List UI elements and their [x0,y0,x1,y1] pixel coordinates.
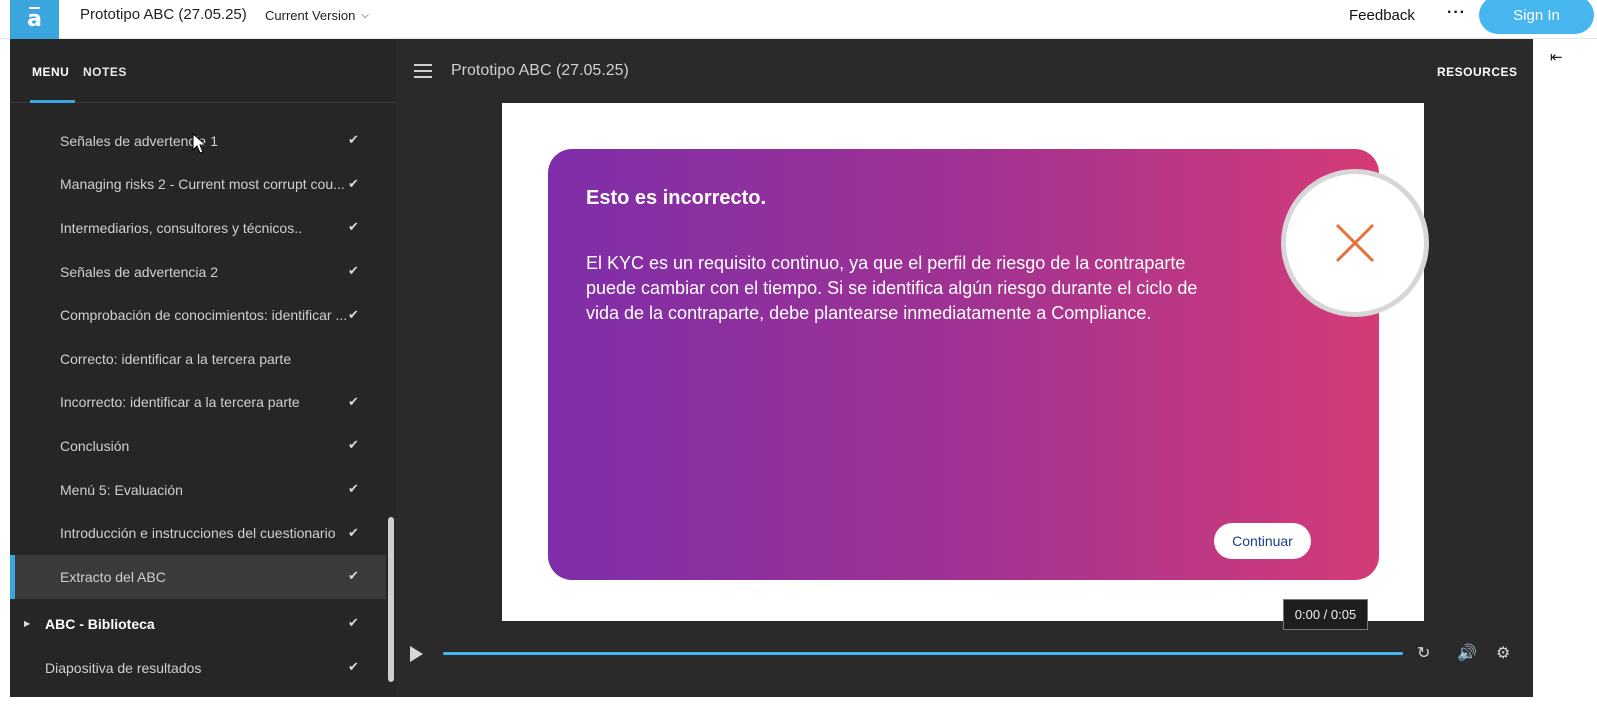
close-x-icon [1335,223,1375,263]
check-icon: ✔ [348,660,359,676]
chevron-down-icon: ⌵ [361,10,369,21]
menu-list: Señales de advertencia 1 ✔ Managing risk… [10,119,386,687]
feedback-card: Esto es incorrecto. El KYC es un requisi… [548,149,1429,580]
check-icon: ✔ [348,176,359,192]
version-dropdown[interactable]: Current Version ⌵ [265,8,369,23]
menu-section-biblioteca[interactable]: ▶ ABC - Biblioteca ✔ [10,599,386,649]
settings-icon[interactable]: ⚙ [1496,643,1510,662]
player-controls: ↻ 🔊 ⚙ [396,633,1533,673]
menu-item-label: Comprobación de conocimientos: identific… [60,307,348,324]
check-icon: ✔ [348,220,359,236]
player-area: Prototipo ABC (27.05.25) RESOURCES Esto … [396,39,1533,697]
check-icon: ✔ [348,394,359,410]
incorrect-badge [1281,169,1429,317]
menu-item[interactable]: Managing risks 2 - Current most corrupt … [10,163,386,207]
hamburger-icon[interactable] [414,64,432,78]
menu-item-label: Intermediarios, consultores y técnicos.. [60,219,302,236]
sign-in-button[interactable]: Sign In [1479,0,1594,34]
menu-section-label: ABC - Biblioteca [45,615,155,632]
check-icon: ✔ [348,438,359,454]
feedback-link[interactable]: Feedback [1349,7,1415,24]
tab-active-indicator [30,100,75,103]
page-footer [0,697,1597,712]
menu-item-label: Incorrecto: identificar a la tercera par… [60,394,300,411]
slide-canvas: Esto es incorrecto. El KYC es un requisi… [502,103,1429,621]
check-icon: ✔ [348,133,359,149]
menu-item[interactable]: Señales de advertencia 2 ✔ [10,250,386,294]
menu-item[interactable]: Conclusión ✔ [10,424,386,468]
tab-notes[interactable]: NOTES [83,65,127,79]
caret-right-icon[interactable]: ▶ [24,619,30,628]
menu-item[interactable]: Incorrecto: identificar a la tercera par… [10,381,386,425]
collapse-panel-icon[interactable]: ⇤ [1550,48,1563,66]
more-icon[interactable]: ··· [1447,4,1466,22]
app-window: a Prototipo ABC (27.05.25) Current Versi… [0,0,1597,712]
progress-track[interactable] [443,652,1403,655]
check-icon: ✔ [348,525,359,541]
menu-item-label: Managing risks 2 - Current most corrupt … [60,176,345,193]
menu-item[interactable]: Menú 5: Evaluación ✔ [10,468,386,512]
menu-item-label: Correcto: identificar a la tercera parte [60,350,292,367]
sidebar-tabs: MENU NOTES [10,39,396,103]
volume-icon[interactable]: 🔊 [1457,643,1477,662]
menu-item-label: Conclusión [60,437,130,454]
menu-item-label: Diapositiva de resultados [45,659,202,676]
version-label: Current Version [265,8,356,23]
top-header: a Prototipo ABC (27.05.25) Current Versi… [0,0,1597,39]
time-tooltip: 0:00 / 0:05 [1283,599,1368,630]
sidebar-scrollbar[interactable] [388,517,394,682]
replay-icon[interactable]: ↻ [1417,643,1430,662]
menu-item[interactable]: Comprobación de conocimientos: identific… [10,293,386,337]
menu-item-label: Menú 5: Evaluación [60,481,183,498]
project-title: Prototipo ABC (27.05.25) [80,6,247,23]
mouse-cursor-icon [192,133,208,154]
check-icon: ✔ [348,569,359,585]
player-title: Prototipo ABC (27.05.25) [451,62,629,79]
menu-item[interactable]: Introducción e instrucciones del cuestio… [10,511,386,555]
resources-button[interactable]: RESOURCES [1437,65,1518,79]
menu-item-active[interactable]: Extracto del ABC ✔ [10,554,386,599]
play-icon[interactable] [408,645,424,663]
continue-button[interactable]: Continuar [1214,523,1311,559]
check-icon: ✔ [348,264,359,280]
check-icon: ✔ [348,616,359,632]
feedback-title: Esto es incorrecto. [586,187,767,209]
tab-menu[interactable]: MENU [32,65,69,79]
check-icon: ✔ [348,482,359,498]
menu-item-label: Señales de advertencia 2 [60,263,218,280]
menu-item-label: Introducción e instrucciones del cuestio… [60,525,336,542]
feedback-body: El KYC es un requisito continuo, ya que … [586,253,1198,323]
menu-item-label: Extracto del ABC [60,568,166,585]
menu-item-results[interactable]: Diapositiva de resultados ✔ [10,649,386,687]
check-icon: ✔ [348,307,359,323]
right-panel-strip [1533,39,1597,697]
menu-item[interactable]: Intermediarios, consultores y técnicos..… [10,206,386,250]
logo-icon[interactable]: a [10,0,59,39]
menu-item[interactable]: Correcto: identificar a la tercera parte [10,337,386,381]
